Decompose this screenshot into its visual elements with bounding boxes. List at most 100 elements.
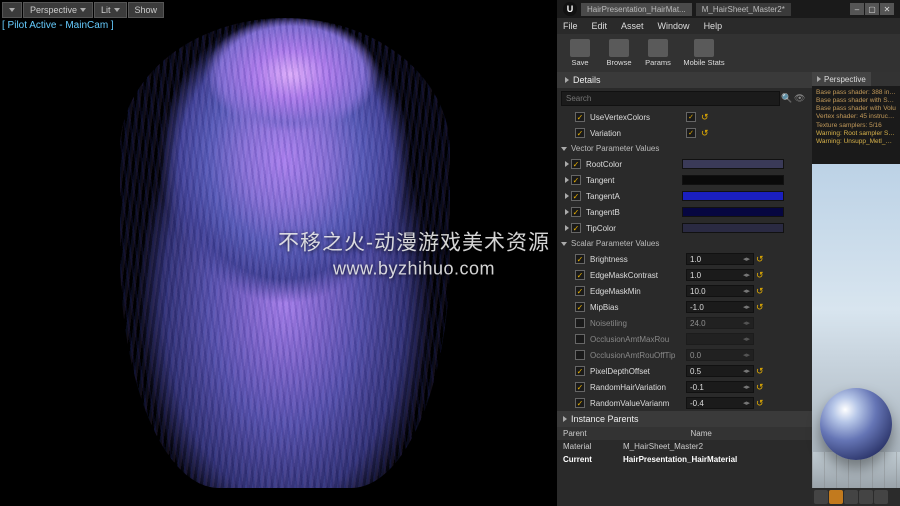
color-swatch[interactable] xyxy=(682,191,784,201)
param-rootcolor: RootColor xyxy=(557,156,812,172)
menu-file[interactable]: File xyxy=(563,21,578,31)
override-checkbox[interactable] xyxy=(575,112,585,122)
tab-master-material[interactable]: M_HairSheet_Master2* xyxy=(696,3,791,16)
spinner-value: 0.0 xyxy=(690,351,701,360)
toolbar: Save Browse Params Mobile Stats xyxy=(557,34,900,72)
override-checkbox[interactable] xyxy=(575,286,585,296)
value-spinner[interactable]: 1.0◂▸ xyxy=(686,269,754,281)
reset-icon[interactable]: ↺ xyxy=(756,398,764,409)
value-spinner[interactable]: 24.0◂▸ xyxy=(686,317,754,329)
override-checkbox[interactable] xyxy=(571,191,581,201)
instance-parent-row-current[interactable]: Current HairPresentation_HairMaterial xyxy=(557,453,812,466)
spinner-value: 1.0 xyxy=(690,271,701,280)
search-input[interactable] xyxy=(561,91,780,106)
params-button[interactable]: Params xyxy=(639,37,677,69)
chevron-down-icon xyxy=(561,242,567,246)
override-checkbox[interactable] xyxy=(575,382,585,392)
expand-icon[interactable] xyxy=(565,225,569,231)
expand-icon[interactable] xyxy=(565,209,569,215)
perspective-button[interactable]: Perspective xyxy=(23,2,93,18)
value-spinner[interactable]: -0.1◂▸ xyxy=(686,381,754,393)
save-button[interactable]: Save xyxy=(561,37,599,69)
shape-cube-button[interactable] xyxy=(859,490,873,504)
details-tab[interactable]: Details xyxy=(557,72,812,88)
shape-mesh-button[interactable] xyxy=(874,490,888,504)
color-swatch[interactable] xyxy=(682,159,784,169)
reset-icon[interactable]: ↺ xyxy=(756,302,764,313)
reset-icon[interactable]: ↺ xyxy=(756,366,764,377)
value-spinner[interactable]: -1.0◂▸ xyxy=(686,301,754,313)
viewport-menu-button[interactable] xyxy=(2,2,22,18)
lit-button[interactable]: Lit xyxy=(94,2,127,18)
shape-plane-button[interactable] xyxy=(844,490,858,504)
reset-icon[interactable]: ↺ xyxy=(756,382,764,393)
vector-group-header[interactable]: Vector Parameter Values xyxy=(557,141,812,156)
value-checkbox[interactable] xyxy=(686,112,696,122)
search-icon[interactable]: 🔍 xyxy=(780,93,794,104)
parameter-list[interactable]: UseVertexColors ↺ Variation ↺ Vector Par… xyxy=(557,109,812,411)
value-spinner[interactable]: 0.5◂▸ xyxy=(686,365,754,377)
value-checkbox[interactable] xyxy=(686,128,696,138)
override-checkbox[interactable] xyxy=(575,270,585,280)
tab-hair-material-label: HairPresentation_HairMat... xyxy=(587,5,686,14)
shape-sphere-button[interactable] xyxy=(829,490,843,504)
scalar-group-header[interactable]: Scalar Parameter Values xyxy=(557,236,812,251)
spinner-value: 24.0 xyxy=(690,319,706,328)
instance-parent-row[interactable]: Material M_HairSheet_Master2 xyxy=(557,440,812,453)
override-checkbox[interactable] xyxy=(575,302,585,312)
param-label: MipBias xyxy=(590,303,686,312)
value-spinner[interactable]: ◂▸ xyxy=(686,333,754,345)
save-label: Save xyxy=(571,58,588,67)
preview-perspective-tab[interactable]: Perspective xyxy=(812,72,871,86)
expand-icon[interactable] xyxy=(565,177,569,183)
menu-window[interactable]: Window xyxy=(658,21,690,31)
menu-help[interactable]: Help xyxy=(704,21,723,31)
override-checkbox[interactable] xyxy=(571,207,581,217)
color-swatch[interactable] xyxy=(682,175,784,185)
reset-icon[interactable]: ↺ xyxy=(701,128,709,139)
override-checkbox[interactable] xyxy=(575,254,585,264)
override-checkbox[interactable] xyxy=(575,366,585,376)
details-tab-label: Details xyxy=(573,75,601,85)
override-checkbox[interactable] xyxy=(575,334,585,344)
reset-icon[interactable]: ↺ xyxy=(756,254,764,265)
shape-cylinder-button[interactable] xyxy=(814,490,828,504)
value-spinner[interactable]: 1.0◂▸ xyxy=(686,253,754,265)
browse-button[interactable]: Browse xyxy=(600,37,638,69)
override-checkbox[interactable] xyxy=(575,128,585,138)
stat-line: Texture samplers: 5/16 xyxy=(816,122,896,130)
reset-icon[interactable]: ↺ xyxy=(701,112,709,123)
value-spinner[interactable]: 0.0◂▸ xyxy=(686,349,754,361)
override-checkbox[interactable] xyxy=(575,318,585,328)
instance-parents-tab[interactable]: Instance Parents xyxy=(557,411,812,427)
override-checkbox[interactable] xyxy=(571,223,581,233)
expand-icon[interactable] xyxy=(565,193,569,199)
override-checkbox[interactable] xyxy=(575,350,585,360)
reset-icon[interactable]: ↺ xyxy=(756,270,764,281)
mobile-stats-button[interactable]: Mobile Stats xyxy=(678,37,730,69)
value-spinner[interactable]: -0.4◂▸ xyxy=(686,397,754,409)
view-options-icon[interactable]: 👁 xyxy=(794,93,808,104)
value-spinner[interactable]: 10.0◂▸ xyxy=(686,285,754,297)
level-viewport[interactable]: Perspective Lit Show [ Pilot Active - Ma… xyxy=(0,0,557,506)
spinner-value: 0.5 xyxy=(690,367,701,376)
show-button[interactable]: Show xyxy=(128,2,165,18)
instance-parents-panel: Instance Parents Parent Name Material M_… xyxy=(557,411,812,506)
material-preview-viewport[interactable] xyxy=(812,164,900,488)
preview-shape-toolbar xyxy=(812,488,900,506)
window-close-button[interactable]: ✕ xyxy=(880,3,894,15)
params-icon xyxy=(648,39,668,57)
details-panel: Details 🔍 👁 UseVertexColors ↺ xyxy=(557,72,812,506)
reset-icon[interactable]: ↺ xyxy=(756,286,764,297)
tab-hair-material[interactable]: HairPresentation_HairMat... xyxy=(581,3,692,16)
expand-icon[interactable] xyxy=(565,161,569,167)
window-minimize-button[interactable]: – xyxy=(850,3,864,15)
color-swatch[interactable] xyxy=(682,207,784,217)
override-checkbox[interactable] xyxy=(571,159,581,169)
override-checkbox[interactable] xyxy=(571,175,581,185)
menu-edit[interactable]: Edit xyxy=(592,21,608,31)
color-swatch[interactable] xyxy=(682,223,784,233)
window-maximize-button[interactable]: ▢ xyxy=(865,3,879,15)
menu-asset[interactable]: Asset xyxy=(621,21,644,31)
override-checkbox[interactable] xyxy=(575,398,585,408)
